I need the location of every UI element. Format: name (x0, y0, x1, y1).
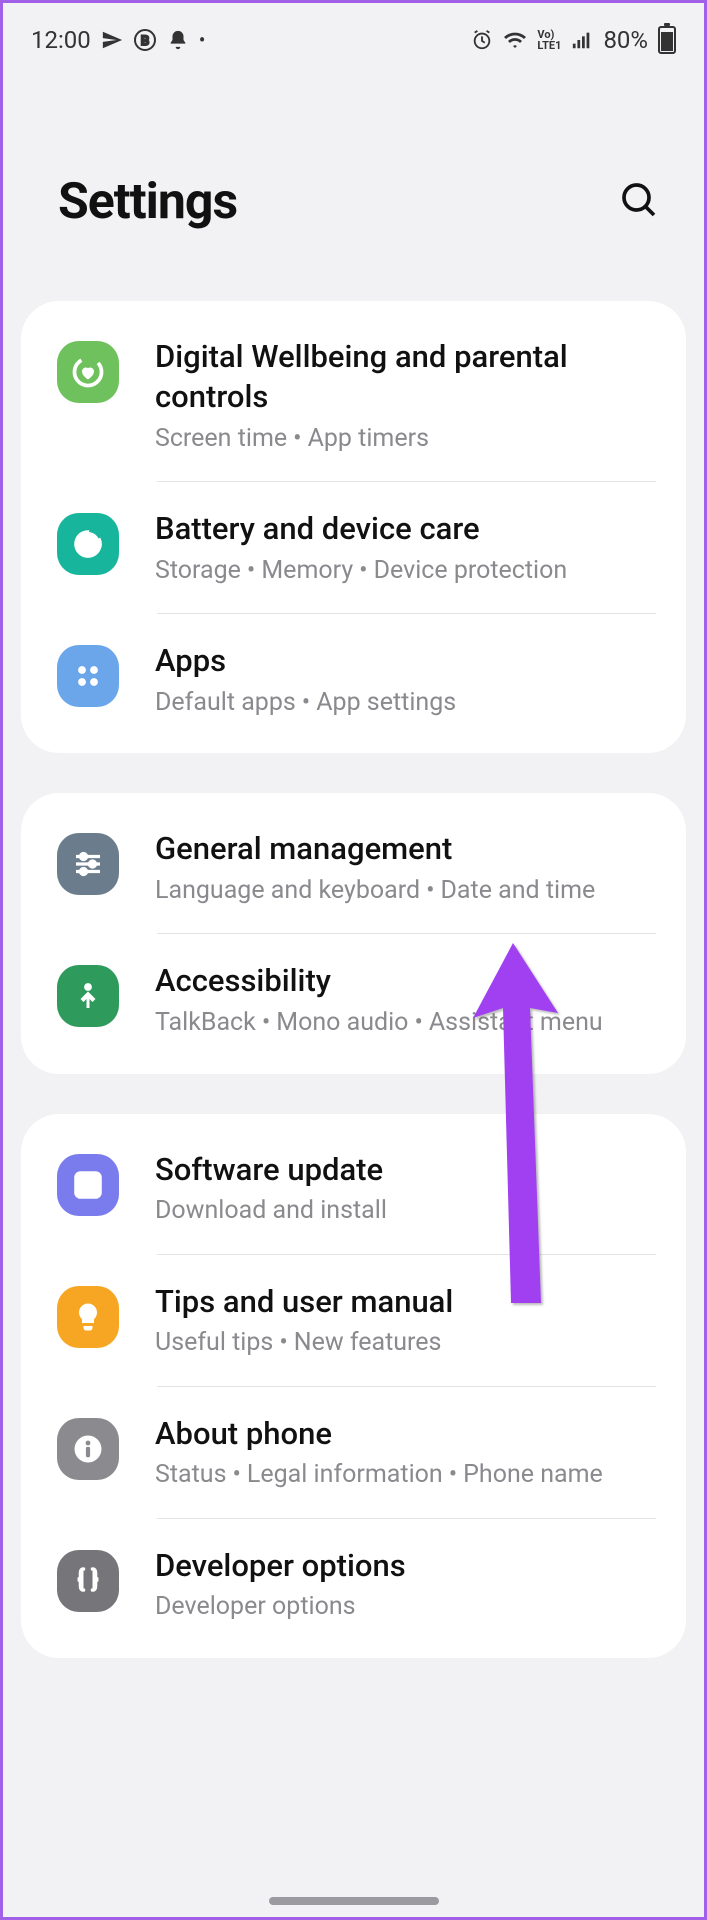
page-title: Settings (58, 173, 237, 231)
item-subtitle: Language and keyboard•Date and time (155, 874, 656, 908)
settings-group: Software update Download and install Tips … (21, 1114, 686, 1658)
settings-item-tips-user-manual[interactable]: Tips and user manual Useful tips•New feat… (21, 1254, 686, 1386)
signal-icon (571, 29, 593, 51)
person-icon (57, 965, 119, 1027)
item-subtitle: Status•Legal information•Phone name (155, 1458, 656, 1492)
sliders-icon (57, 833, 119, 895)
dot-icon: • (199, 28, 206, 52)
item-title: Tips and user manual (155, 1282, 656, 1322)
battery-percent: 80% (603, 26, 648, 54)
refresh-icon (57, 1154, 119, 1216)
item-title: Battery and device care (155, 509, 656, 549)
braces-icon (57, 1550, 119, 1612)
settings-item-general-management[interactable]: General management Language and keyboard•… (21, 801, 686, 933)
svg-text:B: B (141, 34, 149, 49)
item-subtitle: Default apps•App settings (155, 686, 656, 720)
page-header: Settings (3, 63, 704, 301)
settings-group: General management Language and keyboard•… (21, 793, 686, 1073)
send-icon (101, 29, 123, 51)
wifi-icon (503, 28, 527, 52)
search-button[interactable] (619, 180, 659, 224)
item-title: Apps (155, 641, 656, 681)
circle-b-icon: B (133, 28, 157, 52)
item-title: General management (155, 829, 656, 869)
item-title: Software update (155, 1150, 656, 1190)
bulb-icon (57, 1286, 119, 1348)
bell-icon (167, 29, 189, 51)
status-time: 12:00 (31, 26, 91, 54)
settings-item-digital-wellbeing[interactable]: Digital Wellbeing and parental controls S… (21, 309, 686, 481)
settings-group: Digital Wellbeing and parental controls S… (21, 301, 686, 753)
status-bar: 12:00 B • Vo)LTE1 80% (3, 3, 704, 63)
item-subtitle: Download and install (155, 1194, 656, 1228)
settings-item-accessibility[interactable]: Accessibility TalkBack•Mono audio•Assista… (21, 933, 686, 1065)
item-subtitle: Developer options (155, 1590, 656, 1624)
swirl-icon (57, 513, 119, 575)
battery-icon (658, 26, 676, 54)
item-subtitle: Screen time•App timers (155, 422, 656, 456)
alarm-icon (471, 29, 493, 51)
dots-icon (57, 645, 119, 707)
search-icon (619, 180, 659, 220)
phone-screen: 12:00 B • Vo)LTE1 80% (0, 0, 707, 1920)
item-subtitle: TalkBack•Mono audio•Assistant menu (155, 1006, 656, 1040)
item-subtitle: Useful tips•New features (155, 1326, 656, 1360)
settings-item-software-update[interactable]: Software update Download and install (21, 1122, 686, 1254)
item-title: Developer options (155, 1546, 656, 1586)
settings-item-about-phone[interactable]: About phone Status•Legal information•Phon… (21, 1386, 686, 1518)
item-subtitle: Storage•Memory•Device protection (155, 554, 656, 588)
settings-item-developer-options[interactable]: Developer options Developer options (21, 1518, 686, 1650)
home-indicator[interactable] (269, 1897, 439, 1905)
item-title: Accessibility (155, 961, 656, 1001)
volte-icon: Vo)LTE1 (537, 29, 561, 51)
item-title: About phone (155, 1414, 656, 1454)
item-title: Digital Wellbeing and parental controls (155, 337, 656, 418)
info-icon (57, 1418, 119, 1480)
heart-circle-icon (57, 341, 119, 403)
settings-item-apps[interactable]: Apps Default apps•App settings (21, 613, 686, 745)
settings-item-battery-device-care[interactable]: Battery and device care Storage•Memory•De… (21, 481, 686, 613)
